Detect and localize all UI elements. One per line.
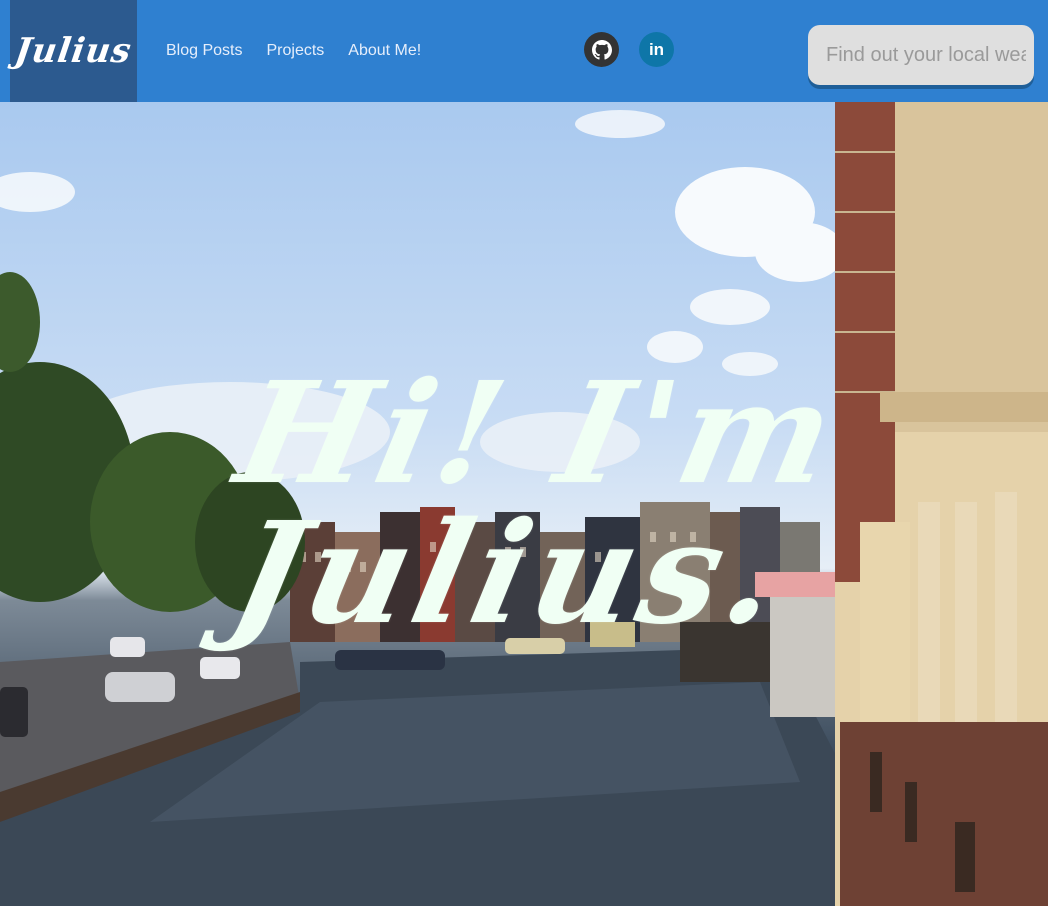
weather-search: [808, 25, 1034, 85]
top-navbar: Julius Blog Posts Projects About Me! in: [0, 0, 1048, 102]
linkedin-icon: in: [648, 39, 665, 59]
brand-name: Julius: [12, 31, 135, 71]
weather-search-input[interactable]: [824, 42, 1028, 68]
hero-section: Hi! I'm Julius.: [0, 102, 1048, 906]
brand-logo[interactable]: Julius: [10, 0, 137, 102]
nav-links: Blog Posts Projects About Me!: [166, 0, 445, 102]
github-icon: [591, 39, 612, 60]
nav-link-about-me[interactable]: About Me!: [348, 42, 421, 60]
nav-link-blog-posts[interactable]: Blog Posts: [166, 42, 242, 60]
github-button[interactable]: [584, 32, 619, 67]
hero-headline: Hi! I'm Julius.: [218, 352, 854, 656]
linkedin-button[interactable]: in: [639, 32, 674, 67]
nav-link-projects[interactable]: Projects: [266, 42, 324, 60]
